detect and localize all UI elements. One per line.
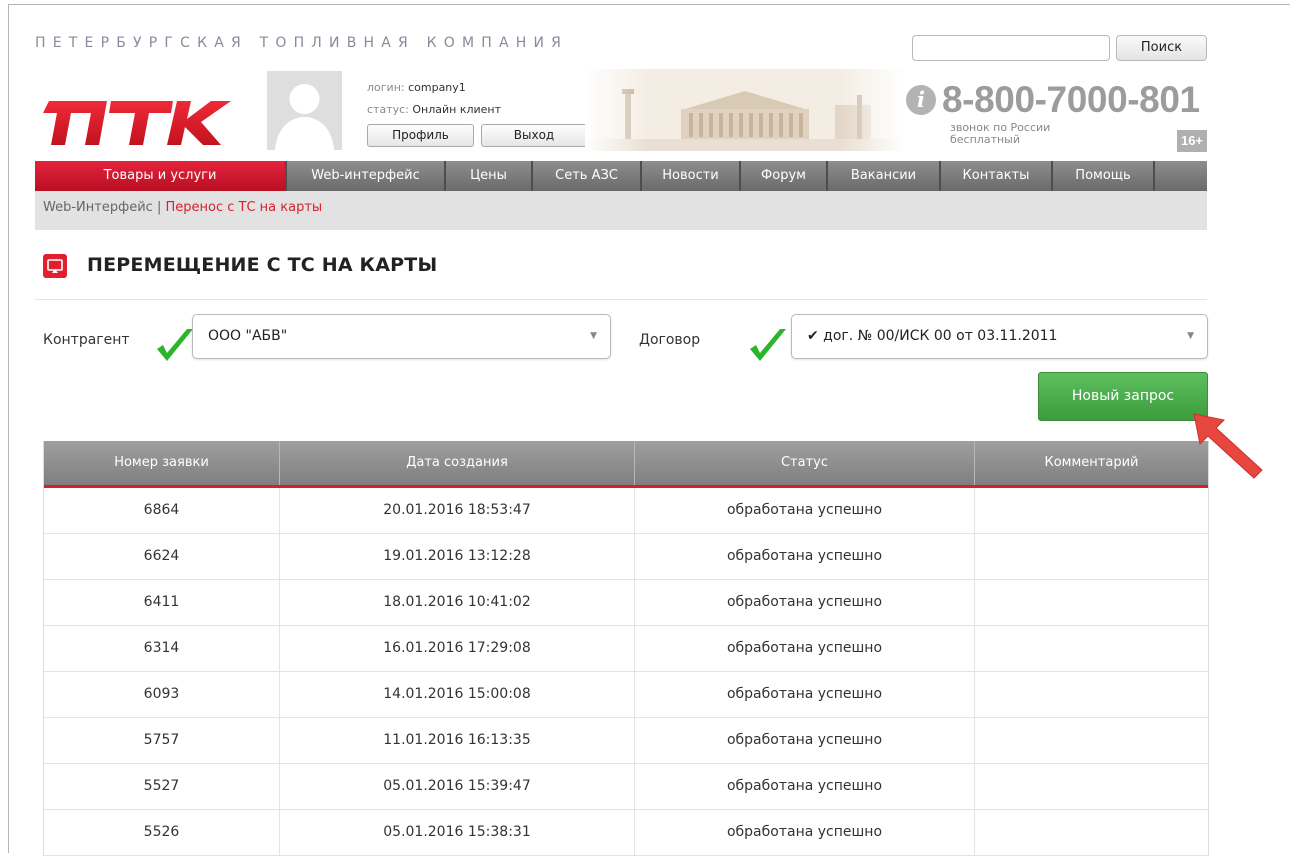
cell-date: 16.01.2016 17:29:08	[280, 626, 635, 671]
column-header-comment: Комментарий	[1044, 455, 1139, 470]
breadcrumb: Web-Интерфейс | Перенос с ТС на карты	[35, 191, 1207, 230]
cell-number: 5526	[44, 810, 280, 855]
cell-number: 6093	[44, 672, 280, 717]
table-header: Номер заявки Дата создания Статус Коммен…	[44, 441, 1208, 488]
cell-date: 18.01.2016 10:41:02	[280, 580, 635, 625]
cell-date: 19.01.2016 13:12:28	[280, 534, 635, 579]
table-row[interactable]: 6314 16.01.2016 17:29:08 обработана успе…	[44, 626, 1208, 672]
page-frame: ПЕТЕРБУРГСКАЯ ТОПЛИВНАЯ КОМПАНИЯ Поиск л…	[8, 4, 1290, 856]
cell-number: 5757	[44, 718, 280, 763]
column-header-number: Номер заявки	[44, 441, 280, 485]
search-button[interactable]: Поиск	[1116, 35, 1207, 61]
check-icon	[157, 329, 193, 361]
info-icon: i	[906, 85, 936, 115]
requests-table: Номер заявки Дата создания Статус Коммен…	[43, 441, 1209, 856]
breadcrumb-separator: |	[156, 200, 162, 215]
cell-date: 05.01.2016 15:38:31	[280, 810, 635, 855]
cell-comment	[975, 718, 1208, 763]
table-row[interactable]: 5527 05.01.2016 15:39:47 обработана успе…	[44, 764, 1208, 810]
nav-item-help[interactable]: Помощь	[1053, 161, 1155, 191]
hotline-phone: 8-800-7000-801	[942, 79, 1200, 120]
ptk-logo[interactable]	[35, 97, 240, 149]
check-icon	[750, 329, 786, 361]
annotation-arrow-icon	[1193, 413, 1263, 479]
cell-status: обработана успешно	[635, 672, 975, 717]
breadcrumb-parent[interactable]: Web-Интерфейс	[43, 200, 153, 215]
cell-date: 11.01.2016 16:13:35	[280, 718, 635, 763]
nav-filler	[1155, 161, 1207, 191]
cell-comment	[975, 534, 1208, 579]
age-badge: 16+	[1177, 130, 1207, 152]
contract-select-value: ✔ дог. № 00/ИСК 00 от 03.11.2011	[807, 328, 1058, 344]
cell-number: 6624	[44, 534, 280, 579]
page-container: ПЕТЕРБУРГСКАЯ ТОПЛИВНАЯ КОМПАНИЯ Поиск л…	[35, 5, 1216, 856]
table-row[interactable]: 6411 18.01.2016 10:41:02 обработана успе…	[44, 580, 1208, 626]
cell-date: 05.01.2016 15:39:47	[280, 764, 635, 809]
cell-status: обработана успешно	[635, 718, 975, 763]
avatar	[267, 71, 342, 150]
table-row[interactable]: 6864 20.01.2016 18:53:47 обработана успе…	[44, 488, 1208, 534]
column-header-status: Статус	[635, 441, 975, 485]
cell-date: 20.01.2016 18:53:47	[280, 488, 635, 533]
nav-item-products[interactable]: Товары и услуги	[35, 161, 287, 191]
cell-comment	[975, 488, 1208, 533]
contract-label: Договор	[639, 332, 701, 348]
city-skyline-image	[585, 69, 905, 151]
phone-note: звонок по России бесплатный	[950, 122, 1050, 146]
page-title: ПЕРЕМЕЩЕНИЕ С ТС НА КАРТЫ	[87, 254, 438, 276]
company-tagline: ПЕТЕРБУРГСКАЯ ТОПЛИВНАЯ КОМПАНИЯ	[35, 35, 569, 51]
login-label: логин:	[367, 81, 405, 94]
breadcrumb-current: Перенос с ТС на карты	[165, 200, 323, 215]
table-row[interactable]: 5526 05.01.2016 15:38:31 обработана успе…	[44, 810, 1208, 856]
table-row[interactable]: 6093 14.01.2016 15:00:08 обработана успе…	[44, 672, 1208, 718]
profile-button[interactable]: Профиль	[367, 124, 474, 147]
login-value: company1	[408, 81, 466, 94]
counterparty-label: Контрагент	[43, 332, 130, 348]
cell-number: 5527	[44, 764, 280, 809]
cell-comment	[975, 580, 1208, 625]
contract-select[interactable]: ✔ дог. № 00/ИСК 00 от 03.11.2011 ▼	[791, 314, 1208, 359]
status-value: Онлайн клиент	[412, 103, 502, 116]
cell-number: 6314	[44, 626, 280, 671]
counterparty-select-value: ООО "АБВ"	[208, 328, 288, 344]
cell-comment	[975, 626, 1208, 671]
cell-status: обработана успешно	[635, 580, 975, 625]
title-divider	[35, 299, 1207, 300]
chevron-down-icon: ▼	[1187, 331, 1194, 341]
chevron-down-icon: ▼	[590, 331, 597, 341]
cell-comment	[975, 764, 1208, 809]
nav-item-forum[interactable]: Форум	[741, 161, 828, 191]
login-line: логин: company1	[367, 81, 466, 94]
cell-comment	[975, 810, 1208, 855]
status-label: статус:	[367, 103, 409, 116]
cell-number: 6864	[44, 488, 280, 533]
nav-item-web-interface[interactable]: Web-интерфейс	[287, 161, 446, 191]
status-line: статус: Онлайн клиент	[367, 103, 501, 116]
cell-status: обработана успешно	[635, 626, 975, 671]
cell-comment	[975, 672, 1208, 717]
nav-item-vacancies[interactable]: Вакансии	[828, 161, 941, 191]
nav-item-contacts[interactable]: Контакты	[941, 161, 1053, 191]
monitor-icon	[43, 254, 67, 278]
cell-status: обработана успешно	[635, 534, 975, 579]
logout-button[interactable]: Выход	[481, 124, 587, 147]
phone-note-line2: бесплатный	[950, 133, 1020, 146]
search-input[interactable]	[912, 35, 1110, 61]
nav-item-prices[interactable]: Цены	[446, 161, 533, 191]
cell-status: обработана успешно	[635, 488, 975, 533]
cell-status: обработана успешно	[635, 810, 975, 855]
cell-date: 14.01.2016 15:00:08	[280, 672, 635, 717]
main-nav: Товары и услуги Web-интерфейс Цены Сеть …	[35, 161, 1207, 191]
table-row[interactable]: 5757 11.01.2016 16:13:35 обработана успе…	[44, 718, 1208, 764]
cell-number: 6411	[44, 580, 280, 625]
new-request-button[interactable]: Новый запрос	[1038, 372, 1208, 421]
nav-item-stations[interactable]: Сеть АЗС	[533, 161, 642, 191]
table-row[interactable]: 6624 19.01.2016 13:12:28 обработана успе…	[44, 534, 1208, 580]
cell-status: обработана успешно	[635, 764, 975, 809]
counterparty-select[interactable]: ООО "АБВ" ▼	[192, 314, 611, 359]
column-header-date: Дата создания	[280, 441, 635, 485]
nav-item-news[interactable]: Новости	[642, 161, 741, 191]
